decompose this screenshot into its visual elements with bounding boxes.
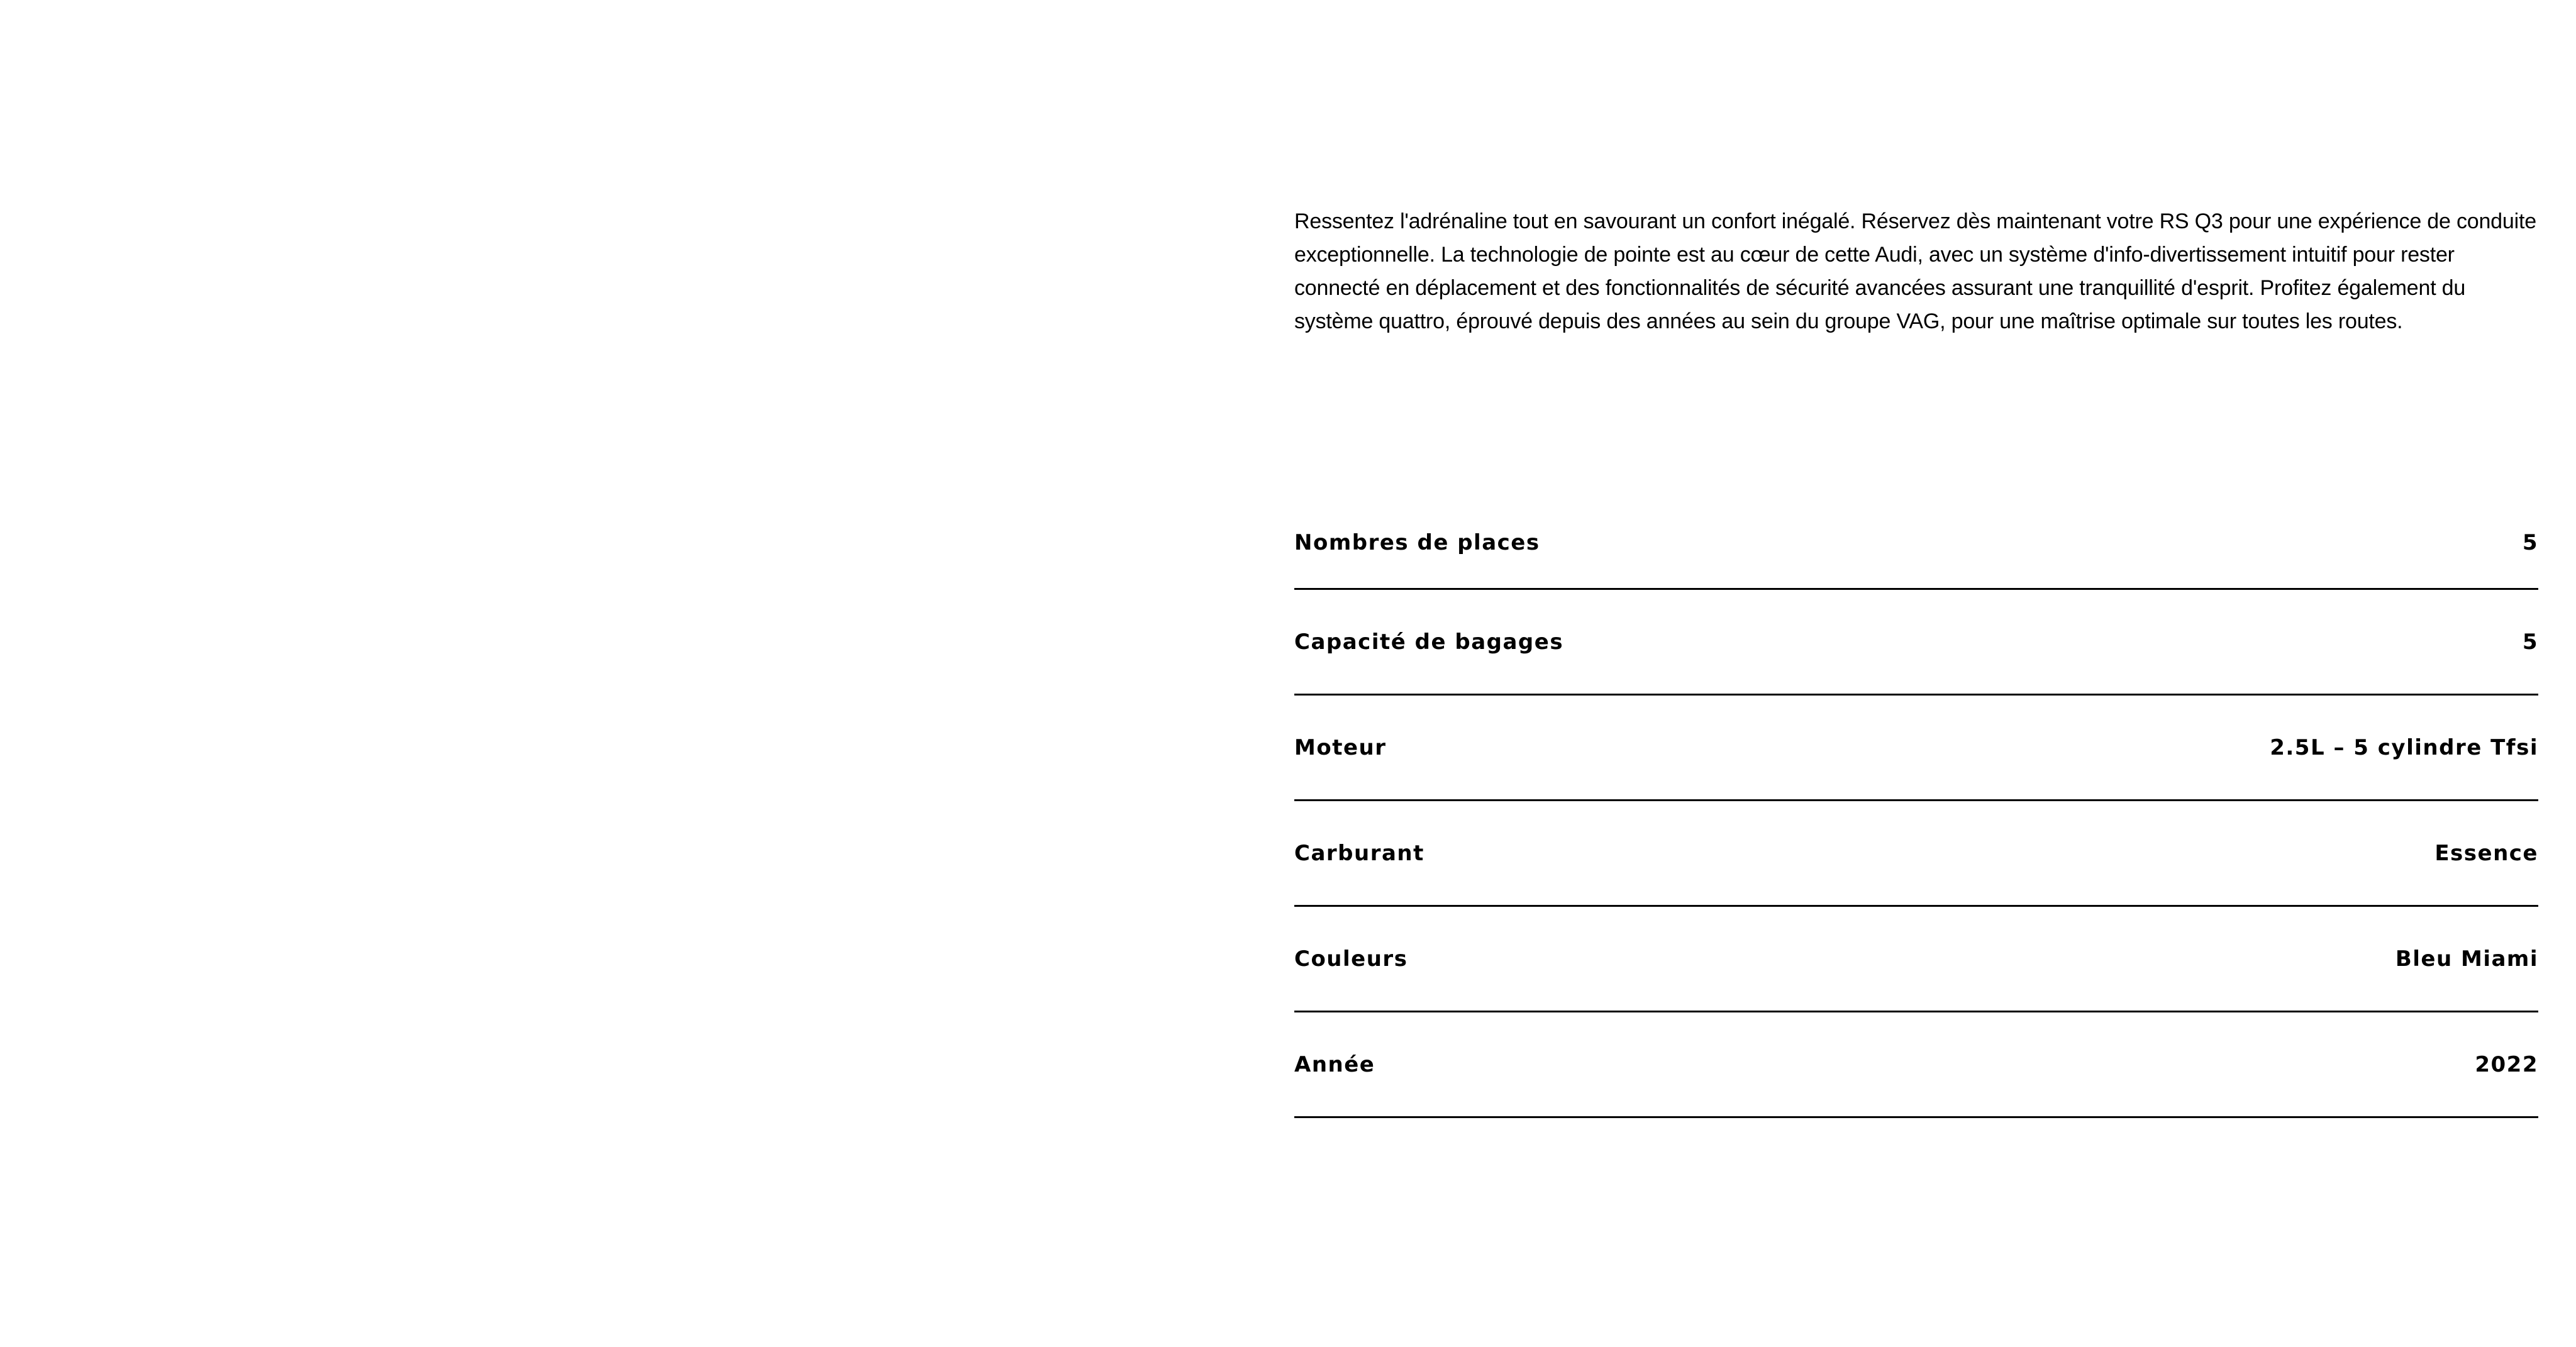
spec-value: 2.5L – 5 cylindre Tfsi xyxy=(2270,734,2538,760)
spec-label: Couleurs xyxy=(1294,946,1408,972)
spec-row-luggage: Capacité de bagages 5 xyxy=(1294,590,2538,696)
spec-value: 2022 xyxy=(2475,1051,2538,1077)
spec-row-fuel: Carburant Essence xyxy=(1294,801,2538,907)
spec-value: 5 xyxy=(2522,529,2538,555)
spec-label: Nombres de places xyxy=(1294,529,1540,555)
spec-row-year: Année 2022 xyxy=(1294,1012,2538,1118)
spec-label: Carburant xyxy=(1294,840,1424,866)
spec-table: Nombres de places 5 Capacité de bagages … xyxy=(1294,497,2538,1118)
vehicle-details: Ressentez l'adrénaline tout en savourant… xyxy=(1294,205,2538,1118)
spec-row-colors: Couleurs Bleu Miami xyxy=(1294,907,2538,1012)
spec-value: 5 xyxy=(2522,629,2538,655)
spec-label: Moteur xyxy=(1294,734,1387,760)
spec-label: Capacité de bagages xyxy=(1294,629,1564,655)
spec-label: Année xyxy=(1294,1051,1375,1077)
spec-row-places: Nombres de places 5 xyxy=(1294,497,2538,590)
spec-value: Essence xyxy=(2434,840,2538,866)
spec-row-engine: Moteur 2.5L – 5 cylindre Tfsi xyxy=(1294,696,2538,801)
spec-value: Bleu Miami xyxy=(2395,946,2538,972)
vehicle-description: Ressentez l'adrénaline tout en savourant… xyxy=(1294,209,2536,333)
